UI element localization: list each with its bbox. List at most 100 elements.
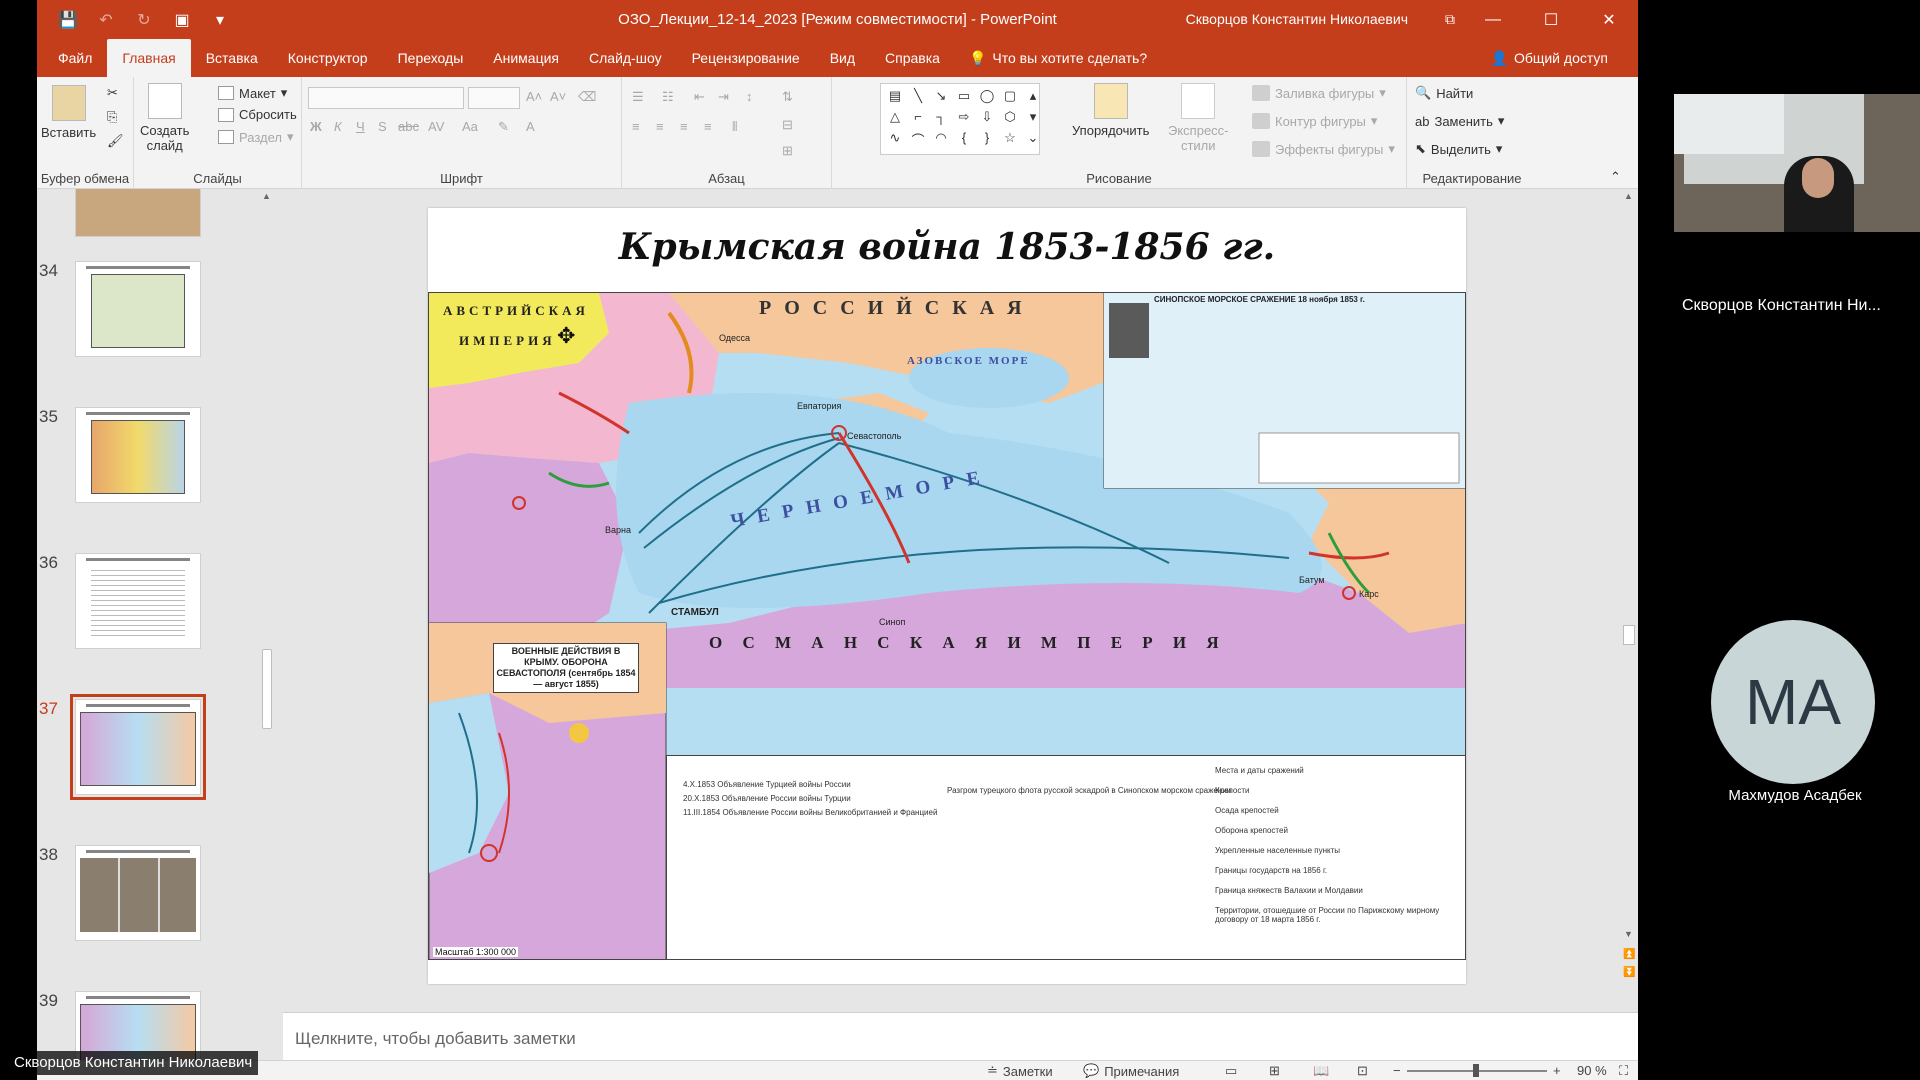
start-slideshow-icon[interactable]: ▣ (171, 9, 193, 31)
right-arrow-shape-icon[interactable]: ⇨ (954, 109, 974, 126)
star-shape-icon[interactable]: ☆ (1000, 130, 1020, 150)
align-center-icon[interactable]: ≡ (656, 119, 664, 134)
scroll-up-icon[interactable]: ▲ (1624, 191, 1633, 201)
notes-pane[interactable]: Щелкните, чтобы добавить заметки (283, 1012, 1638, 1060)
gallery-more-icon[interactable]: ⌄ (1023, 130, 1043, 150)
scrollbar-thumb[interactable] (1623, 625, 1635, 645)
rounded-rect-shape-icon[interactable]: ▢ (1000, 88, 1020, 105)
quick-styles-button[interactable]: Экспресс- стили (1168, 83, 1229, 153)
shape-fill-button[interactable]: Заливка фигуры ▾ (1252, 85, 1386, 101)
replace-button[interactable]: ab Заменить ▾ (1415, 113, 1504, 129)
textbox-shape-icon[interactable]: ▤ (885, 88, 905, 105)
tab-design[interactable]: Конструктор (273, 39, 383, 77)
bullets-icon[interactable]: ☰ (632, 89, 644, 105)
columns-icon[interactable]: ⫴ (732, 119, 737, 135)
scrollbar-thumb[interactable] (262, 649, 272, 729)
change-case-button[interactable]: Aa (462, 119, 478, 134)
line-spacing-icon[interactable]: ↕ (746, 89, 753, 104)
arc-shape-icon[interactable]: ◠ (931, 130, 951, 150)
slide-thumbnail[interactable] (75, 553, 201, 649)
undo-icon[interactable]: ↶ (95, 9, 117, 31)
underline-button[interactable]: Ч (356, 119, 365, 134)
paste-button[interactable]: Вставить (41, 85, 96, 140)
decrease-font-icon[interactable]: A˅ (550, 89, 566, 104)
freeform-shape-icon[interactable]: ∿ (885, 130, 905, 150)
next-slide-icon[interactable]: ⏬ (1623, 967, 1635, 978)
reset-button[interactable]: Сбросить (218, 107, 297, 122)
tab-help[interactable]: Справка (870, 39, 955, 77)
cut-icon[interactable]: ✂ (107, 85, 118, 101)
ribbon-display-options-icon[interactable]: ⧉ (1440, 9, 1460, 29)
decrease-indent-icon[interactable]: ⇤ (694, 89, 705, 105)
slide-title[interactable]: Крымская война 1853-1856 гг. (428, 226, 1466, 268)
reading-view-icon[interactable]: 📖 (1313, 1063, 1329, 1079)
copy-icon[interactable]: ⎘ (107, 109, 117, 125)
align-right-icon[interactable]: ≡ (680, 119, 688, 134)
maximize-icon[interactable]: ☐ (1522, 0, 1580, 39)
brace-left-shape-icon[interactable]: { (954, 130, 974, 150)
customize-toolbar-icon[interactable]: ▾ (209, 9, 231, 31)
down-arrow-shape-icon[interactable]: ⇩ (977, 109, 997, 126)
font-color-button[interactable]: A (526, 119, 535, 134)
zoom-in-icon[interactable]: + (1553, 1063, 1561, 1078)
minimize-icon[interactable]: — (1464, 0, 1522, 39)
close-icon[interactable]: ✕ (1580, 0, 1638, 39)
select-button[interactable]: ⬉ Выделить ▾ (1415, 141, 1502, 157)
justify-icon[interactable]: ≡ (704, 119, 712, 134)
oval-shape-icon[interactable]: ◯ (977, 88, 997, 105)
slide-scrollbar[interactable]: ▲ ▼ ⏫ ⏬ (1620, 189, 1638, 1012)
tab-review[interactable]: Рецензирование (677, 39, 815, 77)
gallery-up-icon[interactable]: ▴ (1023, 88, 1043, 105)
shadow-button[interactable]: S (378, 119, 387, 134)
current-slide[interactable]: Крымская война 1853-1856 гг. АВСТРИЙСКАЯ… (428, 208, 1466, 984)
gallery-down-icon[interactable]: ▾ (1023, 109, 1043, 126)
brace-right-shape-icon[interactable]: } (977, 130, 997, 150)
slide-thumbnail[interactable] (75, 261, 201, 357)
tab-slideshow[interactable]: Слайд-шоу (574, 39, 677, 77)
tab-animations[interactable]: Анимация (478, 39, 574, 77)
curve-shape-icon[interactable]: ⌒ (908, 130, 928, 150)
increase-indent-icon[interactable]: ⇥ (718, 89, 729, 105)
tell-me-search[interactable]: 💡 Что вы хотите сделать? (955, 39, 1161, 77)
slide-thumbnail[interactable] (75, 845, 201, 941)
italic-button[interactable]: К (334, 119, 342, 134)
elbow-shape-icon[interactable]: ┐ (931, 109, 951, 126)
notes-toggle[interactable]: ≐ Заметки (987, 1063, 1053, 1079)
scroll-up-icon[interactable]: ▲ (262, 191, 271, 201)
tab-transitions[interactable]: Переходы (383, 39, 479, 77)
share-button[interactable]: 👤 Общий доступ (1491, 39, 1609, 77)
clear-format-icon[interactable]: ⌫ (578, 89, 596, 105)
bold-button[interactable]: Ж (310, 119, 322, 134)
slide-thumbnail[interactable] (75, 407, 201, 503)
connector-shape-icon[interactable]: ⌐ (908, 109, 928, 126)
layout-button[interactable]: Макет ▾ (218, 85, 287, 101)
tab-home[interactable]: Главная (107, 39, 191, 77)
collapse-ribbon-icon[interactable]: ⌃ (1610, 169, 1621, 185)
redo-icon[interactable]: ↻ (133, 9, 155, 31)
save-icon[interactable]: 💾 (57, 9, 79, 31)
slide-thumbnail[interactable] (75, 991, 201, 1060)
normal-view-icon[interactable]: ▭ (1225, 1063, 1237, 1079)
character-spacing-button[interactable]: AV (428, 119, 444, 134)
signed-in-user[interactable]: Скворцов Константин Николаевич (1186, 11, 1408, 27)
shape-effects-button[interactable]: Эффекты фигуры ▾ (1252, 141, 1395, 157)
flowchart-shape-icon[interactable]: ⬡ (1000, 109, 1020, 126)
align-left-icon[interactable]: ≡ (632, 119, 640, 134)
zoom-level[interactable]: 90 % (1577, 1063, 1607, 1078)
strikethrough-button[interactable]: abc (398, 119, 419, 134)
align-text-icon[interactable]: ⊟ (782, 117, 793, 133)
comments-toggle[interactable]: 💬 Примечания (1083, 1063, 1179, 1079)
increase-font-icon[interactable]: A˄ (526, 89, 542, 104)
arrange-button[interactable]: Упорядочить (1072, 83, 1149, 138)
zoom-slider-thumb[interactable] (1473, 1064, 1479, 1077)
line-shape-icon[interactable]: ╲ (908, 88, 928, 105)
triangle-shape-icon[interactable]: △ (885, 109, 905, 126)
zoom-slider[interactable] (1407, 1064, 1547, 1077)
font-name-combo[interactable] (308, 87, 464, 109)
arrow-line-shape-icon[interactable]: ↘ (931, 88, 951, 105)
slide-thumbnail[interactable] (75, 189, 201, 237)
thumbnails-scrollbar[interactable]: ▲ (259, 189, 275, 1060)
fit-to-window-icon[interactable]: ⛶ (1619, 1063, 1628, 1079)
previous-slide-icon[interactable]: ⏫ (1623, 949, 1635, 960)
slide-thumbnail-selected[interactable] (70, 694, 206, 800)
